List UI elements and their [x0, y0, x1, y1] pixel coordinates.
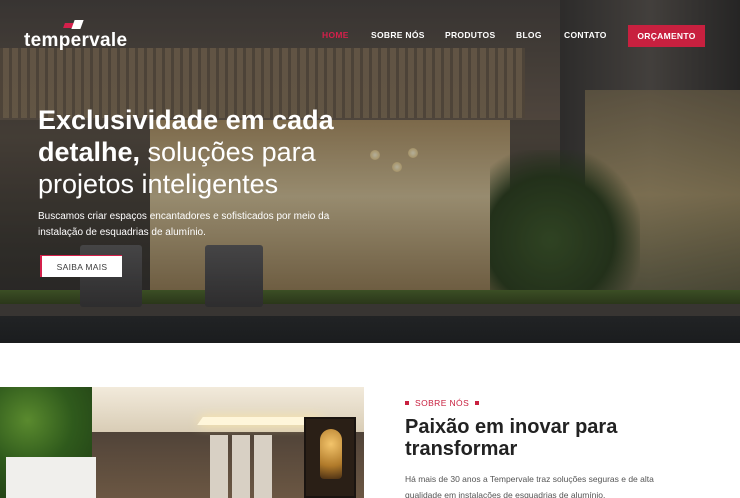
tag-dot-icon	[405, 401, 409, 405]
saiba-mais-button[interactable]: SAIBA MAIS	[40, 255, 122, 277]
hero-title-light-3: projetos inteligentes	[38, 169, 279, 199]
orcamento-button[interactable]: ORÇAMENTO	[628, 25, 705, 47]
hero-subtitle: Buscamos criar espaços encantadores e so…	[38, 209, 368, 241]
about-artwork-image	[304, 417, 356, 498]
about-title-line-1: Paixão em inovar para	[405, 416, 618, 438]
about-image	[0, 387, 364, 498]
about-window-pane	[254, 435, 272, 498]
about-window-pane	[210, 435, 228, 498]
about-text: Há mais de 30 anos a Tempervale traz sol…	[405, 471, 705, 498]
nav-item-blog[interactable]: BLOG	[516, 30, 542, 40]
nav-item-contato[interactable]: CONTATO	[564, 30, 607, 40]
hero-subtitle-line-2: instalação de esquadrias de alumínio.	[38, 227, 206, 238]
nav-item-sobre-nos[interactable]: SOBRE NÓS	[371, 30, 425, 40]
about-text-line-2: qualidade em instalações de esquadrias d…	[405, 490, 606, 498]
about-text-line-1: Há mais de 30 anos a Tempervale traz sol…	[405, 474, 654, 484]
hero-title-light-2: soluções para	[140, 137, 316, 167]
hero-title: Exclusividade em cada detalhe, soluções …	[38, 104, 398, 200]
about-tag: SOBRE NÓS	[405, 398, 480, 408]
tag-dot-icon	[475, 401, 480, 405]
about-window-pane	[232, 435, 250, 498]
hero-title-bold-2: detalhe,	[38, 137, 141, 167]
nav-item-produtos[interactable]: PRODUTOS	[445, 30, 495, 40]
hero-section: tempervale HOME SOBRE NÓS PRODUTOS BLOG …	[0, 0, 740, 343]
nav-item-home[interactable]: HOME	[322, 30, 349, 40]
about-title-line-2: transformar	[405, 438, 518, 460]
hero-subtitle-line-1: Buscamos criar espaços encantadores e so…	[38, 211, 330, 222]
about-title: Paixão em inovar para transformar	[405, 416, 665, 460]
about-white-panel	[6, 457, 96, 498]
hero-title-bold-1: Exclusividade em cada	[38, 105, 334, 135]
about-tag-label: SOBRE NÓS	[415, 398, 470, 408]
